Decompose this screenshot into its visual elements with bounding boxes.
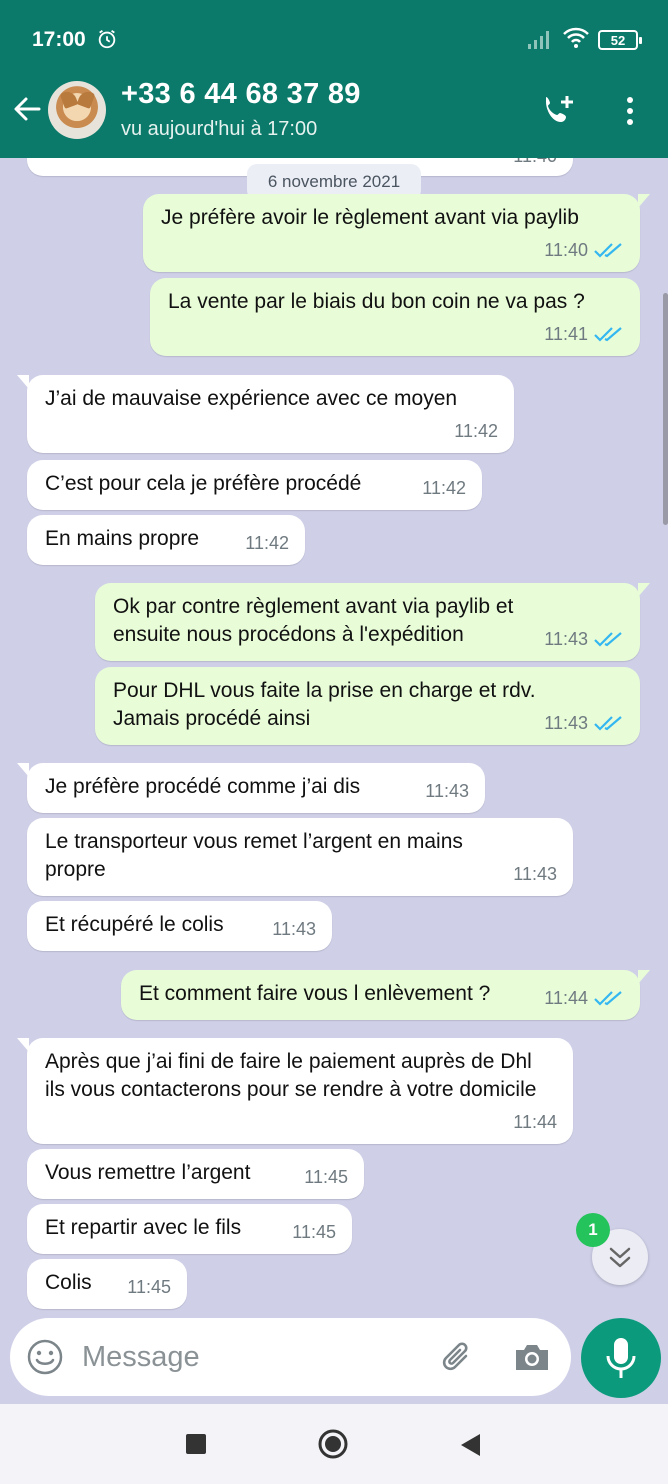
message-time: 11:44: [544, 988, 588, 1008]
message-text: La vente par le biais du bon coin ne va …: [168, 290, 585, 313]
contact-last-seen: vu aujourd'hui à 17:00: [121, 118, 318, 140]
message-time: 11:43: [513, 864, 557, 884]
message-time: 11:43: [425, 781, 469, 801]
message-time: 11:40: [544, 240, 588, 260]
message-time: 11:42: [422, 478, 466, 498]
message-text: Je préfère avoir le règlement avant via …: [161, 206, 579, 229]
message-input[interactable]: [82, 1337, 422, 1377]
message-bubble-incoming[interactable]: Vous remettre l’argent 11:45: [27, 1149, 364, 1199]
message-time: 11:43: [544, 713, 588, 733]
back-arrow-icon[interactable]: [12, 94, 42, 124]
message-time: 11:43: [272, 919, 316, 939]
message-bubble-incoming[interactable]: Le transporteur vous remet l’argent en m…: [27, 818, 573, 896]
wifi-icon: [563, 27, 589, 48]
read-ticks-icon: [594, 327, 622, 342]
message-bubble-outgoing[interactable]: Et comment faire vous l enlèvement ? 11:…: [121, 970, 650, 1020]
chat-header: 17:00 52 +33 6 44 68 37 89 vu aujourd'hu…: [0, 0, 668, 158]
message-text: Après que j’ai fini de faire le paiement…: [45, 1050, 537, 1101]
home-button[interactable]: [317, 1428, 349, 1460]
contact-avatar[interactable]: [48, 81, 106, 139]
message-bubble-incoming[interactable]: Et récupéré le colis 11:43: [27, 901, 332, 951]
alarm-icon: [98, 29, 116, 49]
message-bubble-incoming[interactable]: Et repartir avec le fils 11:45: [27, 1204, 352, 1254]
emoji-icon[interactable]: [26, 1338, 64, 1376]
battery-level: 52: [610, 32, 626, 48]
read-ticks-icon: [594, 991, 622, 1006]
attach-icon[interactable]: [438, 1338, 476, 1376]
message-text: Pour DHL vous faite la prise en charge e…: [113, 679, 536, 730]
voice-message-button[interactable]: [581, 1318, 661, 1398]
system-navigation-bar: [0, 1404, 668, 1484]
nav-back-button[interactable]: [458, 1432, 482, 1458]
message-bubble-incoming[interactable]: Après que j’ai fini de faire le paiement…: [17, 1038, 573, 1144]
read-ticks-icon: [594, 716, 622, 731]
message-time: 11:44: [513, 1112, 557, 1132]
message-time: 11:42: [454, 421, 498, 441]
read-ticks-icon: [594, 243, 622, 258]
message-bubble-incoming[interactable]: J’ai de mauvaise expérience avec ce moye…: [17, 375, 514, 453]
message-bubble-incoming[interactable]: C’est pour cela je préfère procédé 11:42: [27, 460, 482, 510]
microphone-icon: [606, 1338, 636, 1378]
message-time: 11:45: [292, 1222, 336, 1242]
message-time: 11:40: [513, 158, 557, 170]
message-bubble-incoming[interactable]: Je préfère procédé comme j’ai dis 11:43: [17, 763, 485, 813]
message-text: C’est pour cela je préfère procédé: [45, 472, 362, 495]
camera-icon[interactable]: [512, 1338, 552, 1376]
message-bubble-outgoing[interactable]: Ok par contre règlement avant via paylib…: [95, 583, 650, 661]
message-bubble-incoming[interactable]: En mains propre 11:42: [27, 515, 305, 565]
message-time: 11:42: [245, 533, 289, 553]
read-ticks-icon: [594, 632, 622, 647]
message-text: Le transporteur vous remet l’argent en m…: [45, 830, 463, 881]
signal-icon: [528, 31, 549, 49]
message-time: 11:45: [127, 1277, 171, 1297]
message-bubble-outgoing[interactable]: Je préfère avoir le règlement avant via …: [143, 194, 650, 272]
more-options-icon[interactable]: [618, 94, 642, 128]
scrollbar[interactable]: [663, 293, 668, 525]
message-list[interactable]: 11:40 6 novembre 2021 Je préfère avoir l…: [0, 158, 668, 1318]
message-time: 11:41: [544, 324, 588, 344]
message-text: Vous remettre l’argent: [45, 1161, 251, 1184]
add-call-icon[interactable]: [540, 92, 576, 128]
message-bubble-outgoing[interactable]: Pour DHL vous faite la prise en charge e…: [95, 667, 640, 745]
message-text: Je préfère procédé comme j’ai dis: [45, 775, 361, 798]
message-text: Ok par contre règlement avant via paylib…: [113, 595, 514, 646]
message-bubble-outgoing[interactable]: La vente par le biais du bon coin ne va …: [150, 278, 640, 356]
message-text: Et repartir avec le fils: [45, 1216, 242, 1239]
message-time: 11:45: [304, 1167, 348, 1187]
recent-apps-button[interactable]: [186, 1434, 206, 1454]
message-time: 11:43: [544, 629, 588, 649]
composer: [10, 1318, 571, 1396]
battery-indicator: 52: [598, 30, 642, 50]
unread-badge: 1: [576, 1213, 610, 1247]
message-text: J’ai de mauvaise expérience avec ce moye…: [45, 387, 458, 410]
contact-name[interactable]: +33 6 44 68 37 89: [121, 78, 361, 111]
message-bubble-incoming[interactable]: Colis 11:45: [27, 1259, 187, 1309]
status-time: 17:00: [32, 28, 86, 51]
